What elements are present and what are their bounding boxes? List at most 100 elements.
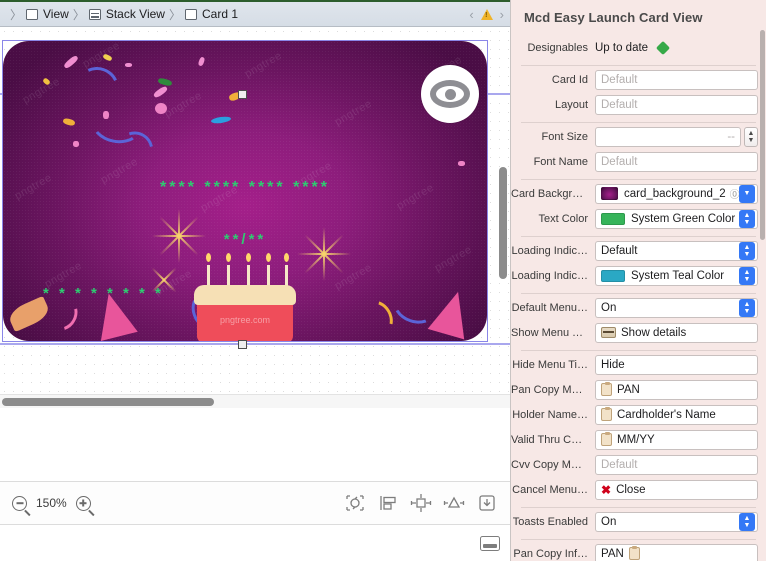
default-menu-input[interactable]: On bbox=[595, 297, 739, 318]
stepper-up-arrow: ▲ bbox=[747, 129, 755, 137]
canvas-vertical-scrollbar[interactable] bbox=[499, 167, 507, 279]
eye-outline bbox=[430, 80, 470, 108]
breadcrumb-item-stack-view[interactable]: Stack View bbox=[88, 7, 165, 21]
design-canvas[interactable]: pngtree pngtree pngtree pngtree pngtree … bbox=[0, 27, 510, 408]
cancel-menu-row[interactable]: Cancel Menu… ✖ Close bbox=[511, 478, 766, 501]
pan-copy-menu-input[interactable]: PAN bbox=[595, 379, 758, 400]
divider bbox=[521, 539, 756, 540]
loading-style-popup-wrap[interactable]: ▲ ▼ bbox=[739, 240, 758, 261]
loading-indicator-style-input[interactable]: Default bbox=[595, 240, 739, 261]
hide-menu-title-input[interactable]: Hide bbox=[595, 354, 758, 375]
cake-watermark: pngtree.com bbox=[219, 315, 271, 325]
canvas-zoom-toolbar: 150% bbox=[0, 481, 510, 525]
font-name-input[interactable]: Default bbox=[595, 151, 758, 172]
cake-icing bbox=[194, 285, 296, 305]
jump-bar[interactable]: 〉 View 〉 Stack View 〉 Card 1 ‹ › bbox=[0, 0, 510, 27]
pan-copy-menu-row[interactable]: Pan Copy Me… PAN bbox=[511, 378, 766, 401]
warning-triangle-icon[interactable] bbox=[480, 8, 493, 20]
chevron-down: ▼ bbox=[743, 275, 751, 283]
chevron-down: ▼ bbox=[743, 307, 751, 315]
loading-indicator-color-row[interactable]: Loading Indic… System Teal Color ▲ ▼ bbox=[511, 264, 766, 287]
layout-row[interactable]: Layout Default bbox=[511, 93, 766, 116]
valid-thru-copy-menu-input[interactable]: MM/YY bbox=[595, 429, 758, 450]
card-id-row[interactable]: Card Id Default bbox=[511, 68, 766, 91]
canvas-horizontal-scrollbar-track[interactable] bbox=[0, 394, 510, 408]
next-issue-button[interactable]: › bbox=[500, 7, 504, 22]
toggle-panel-icon[interactable] bbox=[480, 535, 500, 551]
text-color-popup-wrap[interactable]: ▲ ▼ bbox=[739, 208, 758, 229]
hide-menu-title-label: Hide Menu Ti… bbox=[512, 358, 588, 371]
cancel-menu-input[interactable]: ✖ Close bbox=[595, 479, 758, 500]
loading-indicator-color-label: Loading Indic… bbox=[511, 269, 588, 282]
chevron-up: ▲ bbox=[743, 300, 751, 308]
confetti bbox=[155, 103, 167, 114]
default-menu-row[interactable]: Default Menu… On ▲ ▼ bbox=[511, 296, 766, 319]
card-background-input[interactable]: card_background_2 ⓪ bbox=[595, 183, 739, 204]
layout-input[interactable]: Default bbox=[595, 94, 758, 115]
cvv-copy-menu-row[interactable]: Cvv Copy Me… Default bbox=[511, 453, 766, 476]
chevron-updown-icon[interactable]: ▲ ▼ bbox=[739, 266, 755, 285]
holder-name-copy-menu-input[interactable]: Cardholder's Name bbox=[595, 404, 758, 425]
add-constraints-icon[interactable] bbox=[443, 493, 465, 513]
chevron-updown-icon[interactable]: ▲ ▼ bbox=[739, 209, 755, 228]
chevron-down-icon[interactable]: ▼ bbox=[739, 184, 755, 203]
card-background-popup-wrap[interactable]: ▼ bbox=[739, 183, 758, 204]
pan-copy-menu-label: Pan Copy Me… bbox=[511, 383, 589, 396]
show-menu-title-input[interactable]: Show details bbox=[595, 322, 758, 343]
font-size-stepper[interactable]: ▲ ▼ bbox=[744, 126, 758, 147]
pan-copy-info-input[interactable]: PAN bbox=[595, 543, 758, 561]
toasts-enabled-row[interactable]: Toasts Enabled On ▲ ▼ bbox=[511, 510, 766, 533]
canvas-horizontal-scrollbar-thumb[interactable] bbox=[2, 398, 214, 406]
cvv-copy-menu-input[interactable]: Default bbox=[595, 454, 758, 475]
valid-thru-copy-menu-row[interactable]: Valid Thru Co… MM/YY bbox=[511, 428, 766, 451]
chevron-updown-icon[interactable]: ▲ ▼ bbox=[739, 241, 755, 260]
clipboard-icon bbox=[601, 407, 612, 421]
chevron-updown-icon[interactable]: ▲ ▼ bbox=[739, 512, 755, 531]
card-background-row[interactable]: Card Backgroun card_background_2 ⓪ ▼ bbox=[511, 182, 766, 205]
cancel-menu-value: Close bbox=[616, 483, 646, 496]
breadcrumb-item-card-1[interactable]: Card 1 bbox=[184, 7, 238, 21]
font-size-input[interactable]: -- bbox=[595, 126, 741, 147]
show-menu-title-label: Show Menu T… bbox=[511, 326, 590, 339]
card-preview[interactable]: pngtree pngtree pngtree pngtree pngtree … bbox=[3, 41, 487, 341]
holder-name-copy-menu-label: Holder Name… bbox=[512, 408, 588, 421]
clear-circle-icon[interactable]: ⓪ bbox=[730, 186, 739, 201]
embed-in-icon[interactable] bbox=[476, 493, 498, 513]
hide-menu-title-row[interactable]: Hide Menu Ti… Hide bbox=[511, 353, 766, 376]
loading-indicator-style-row[interactable]: Loading Indic… Default ▲ ▼ bbox=[511, 239, 766, 262]
card-id-input[interactable]: Default bbox=[595, 69, 758, 90]
zoom-in-icon[interactable] bbox=[75, 495, 91, 511]
up-to-date-diamond-icon bbox=[656, 40, 671, 55]
text-color-input[interactable]: System Green Color bbox=[595, 208, 739, 229]
toasts-enabled-input[interactable]: On bbox=[595, 511, 739, 532]
default-menu-popup-wrap[interactable]: ▲ ▼ bbox=[739, 297, 758, 318]
resolve-autolayout-icon[interactable] bbox=[410, 493, 432, 513]
toasts-enabled-popup-wrap[interactable]: ▲ ▼ bbox=[739, 511, 758, 532]
pan-copy-info-row[interactable]: Pan Copy Inf… PAN bbox=[511, 542, 766, 561]
editor-bottom-bar bbox=[0, 525, 510, 561]
loading-indicator-color-input[interactable]: System Teal Color bbox=[595, 265, 739, 286]
valid-thru-copy-menu-label: Valid Thru Co… bbox=[511, 433, 589, 446]
eye-icon[interactable] bbox=[421, 65, 479, 123]
text-color-row[interactable]: Text Color System Green Color ▲ ▼ bbox=[511, 207, 766, 230]
chevron-up: ▲ bbox=[743, 514, 751, 522]
holder-name-copy-menu-row[interactable]: Holder Name… Cardholder's Name bbox=[511, 403, 766, 426]
align-icon[interactable] bbox=[377, 493, 399, 513]
zoom-out-icon[interactable] bbox=[12, 495, 27, 511]
inspector-scrollbar[interactable] bbox=[760, 30, 765, 240]
selection-handle-top[interactable] bbox=[238, 90, 247, 99]
chevron-updown-icon[interactable]: ▲ ▼ bbox=[739, 298, 755, 317]
font-size-row[interactable]: Font Size -- ▲ ▼ bbox=[511, 125, 766, 148]
candle bbox=[206, 253, 211, 287]
chevron-down: ▼ bbox=[743, 521, 751, 529]
font-name-row[interactable]: Font Name Default bbox=[511, 150, 766, 173]
designables-value: Up to date bbox=[595, 41, 649, 54]
breadcrumb-item-view[interactable]: View bbox=[26, 7, 69, 21]
show-menu-title-row[interactable]: Show Menu T… Show details bbox=[511, 321, 766, 344]
breadcrumb-separator-0: 〉 bbox=[10, 7, 23, 22]
loading-indicator-style-value: Default bbox=[601, 244, 638, 257]
loading-color-popup-wrap[interactable]: ▲ ▼ bbox=[739, 265, 758, 286]
previous-issue-button[interactable]: ‹ bbox=[469, 7, 473, 22]
update-frames-icon[interactable] bbox=[344, 493, 366, 513]
selection-handle-bottom[interactable] bbox=[238, 340, 247, 349]
